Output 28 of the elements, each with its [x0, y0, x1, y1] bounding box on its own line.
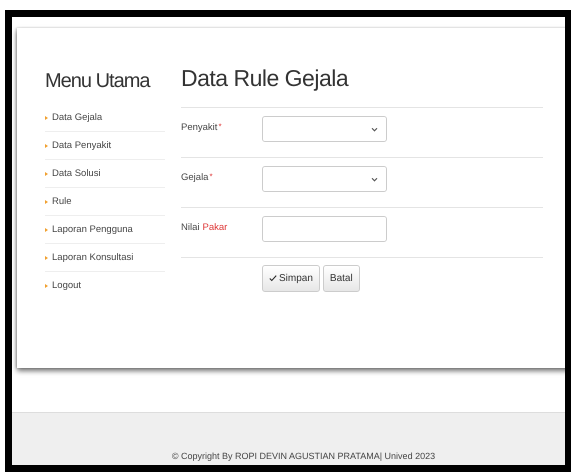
bullet-icon	[45, 116, 48, 120]
cancel-button[interactable]: Batal	[322, 265, 360, 292]
chevron-down-icon	[371, 176, 378, 182]
bullet-icon	[45, 228, 48, 232]
field-label: Gejala*	[181, 171, 214, 183]
chevron-down-icon	[371, 126, 378, 132]
dropdown-field[interactable]	[262, 166, 387, 192]
menu-link[interactable]: Data Penyakit	[52, 140, 112, 151]
menu-link[interactable]: Data Gejala	[52, 112, 102, 123]
menu-link[interactable]: Laporan Konsultasi	[52, 252, 134, 263]
copyright-text: © Copyright By ROPI DEVIN AGUSTIAN PRATAMA| Unived 2023	[172, 451, 436, 461]
menu-link[interactable]: Rule	[52, 196, 72, 207]
menu-link[interactable]: Laporan Pengguna	[52, 224, 133, 235]
dropdown-field[interactable]	[262, 116, 387, 142]
field-label: Nilai Pakar	[181, 221, 228, 233]
bullet-icon	[45, 200, 48, 204]
menu-link[interactable]: Data Solusi	[52, 168, 101, 179]
save-button[interactable]: Simpan	[262, 265, 320, 292]
bullet-icon	[45, 256, 48, 260]
page-title: Data Rule Gejala	[181, 65, 543, 108]
input-field[interactable]	[262, 216, 387, 242]
field-label: Penyakit*	[181, 121, 223, 133]
checkmark-icon	[269, 275, 277, 282]
menu-title: Menu Utama	[45, 69, 151, 94]
menu-link[interactable]: Logout	[52, 280, 82, 291]
bullet-icon	[45, 172, 48, 176]
bullet-icon	[45, 284, 48, 288]
bullet-icon	[45, 144, 48, 148]
